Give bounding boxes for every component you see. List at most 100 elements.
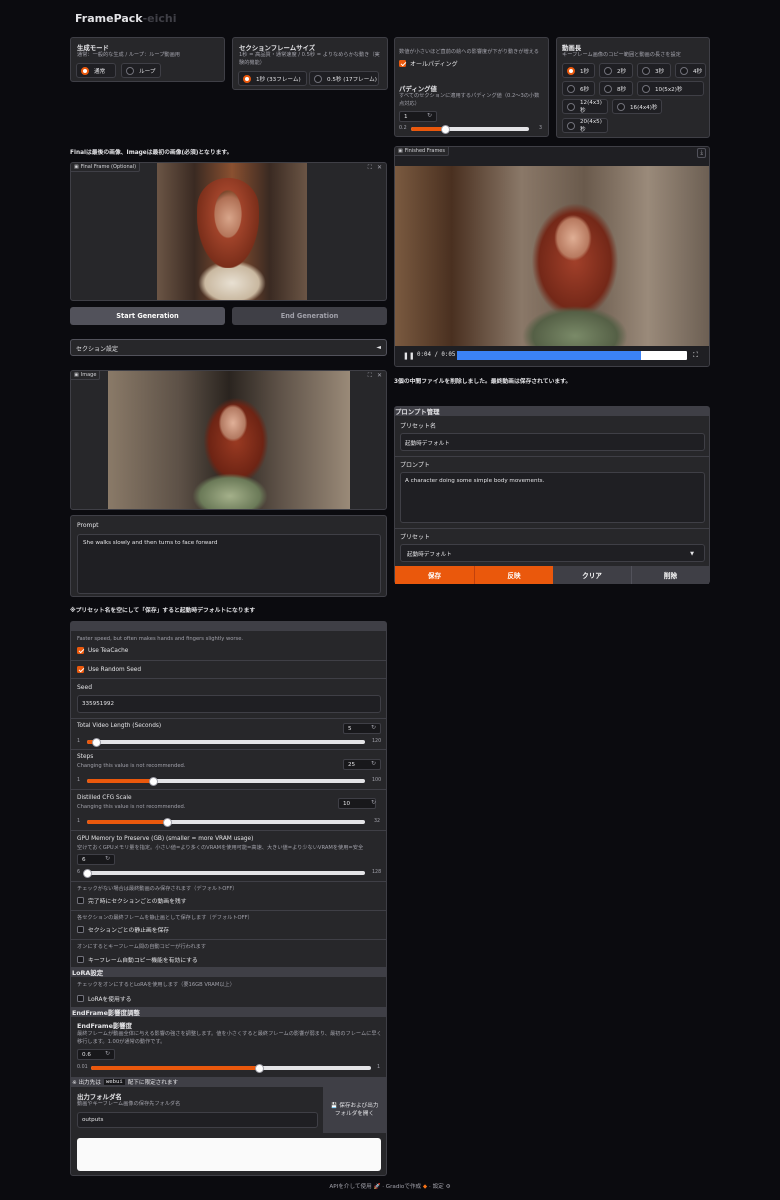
lora-checkbox[interactable]: LoRAを使用する (77, 994, 131, 1003)
video-length-option[interactable]: 6秒 (562, 81, 595, 96)
checkbox-icon[interactable] (77, 995, 84, 1002)
radio-icon[interactable] (81, 66, 89, 75)
close-icon[interactable]: ✕ (377, 372, 382, 380)
slider-thumb[interactable] (163, 817, 173, 827)
radio-icon[interactable] (126, 66, 134, 75)
output-folder-box: 出力フォルダ名 動画やキーフレーム画像の保存先フォルダ名 outputs (71, 1087, 323, 1133)
radio-icon[interactable] (617, 102, 625, 111)
collapse-arrow-icon[interactable]: ◄ (376, 344, 381, 351)
radio-icon[interactable] (604, 84, 612, 93)
delete-preset-button[interactable]: 削除 (631, 566, 709, 584)
checkbox-icon[interactable] (399, 60, 406, 67)
output-folder-input[interactable]: outputs (77, 1112, 318, 1128)
video-length-option[interactable]: 3秒 (637, 63, 671, 78)
end-generation-button[interactable]: End Generation (232, 307, 387, 325)
radio-icon[interactable] (567, 66, 575, 75)
preset-name-input[interactable]: 起動時デフォルト (400, 433, 705, 451)
total-length-slider[interactable] (87, 737, 365, 747)
steps-slider[interactable] (87, 776, 365, 786)
radio-icon[interactable] (642, 66, 650, 75)
gen-mode-option-loop[interactable]: ループ (121, 63, 161, 78)
fullscreen-icon[interactable]: ⛶ (368, 372, 372, 380)
footer-settings-link[interactable]: 設定 (433, 1184, 444, 1190)
seed-input[interactable]: 335951992 (77, 695, 381, 713)
video-length-option[interactable]: 4秒 (675, 63, 706, 78)
save-preset-button[interactable]: 保存 (395, 566, 474, 584)
preset-prompt-textarea[interactable]: A character doing some simple body movem… (400, 472, 705, 523)
gen-mode-option-normal[interactable]: 通常 (76, 63, 116, 78)
radio-icon[interactable] (680, 66, 688, 75)
slider-thumb[interactable] (254, 1063, 264, 1073)
option-label: 10(5x2)秒 (655, 86, 683, 93)
apply-preset-button[interactable]: 反映 (474, 566, 553, 584)
keyframe-checkbox[interactable]: キーフレーム自動コピー機能を有効にする (77, 955, 198, 964)
section-size-option-05s[interactable]: 0.5秒 (17フレーム) (309, 71, 379, 86)
radio-icon[interactable] (567, 84, 575, 93)
radio-icon[interactable] (567, 102, 575, 111)
checkbox-icon[interactable] (77, 647, 84, 654)
reset-icon[interactable]: ↻ (371, 724, 376, 731)
reset-icon[interactable]: ↻ (371, 799, 376, 806)
fullscreen-icon[interactable]: ⛶ (693, 351, 698, 360)
keep-section-checkbox[interactable]: 完了時にセクションごとの動画を残す (77, 896, 187, 905)
pause-icon[interactable]: ❚❚ (403, 352, 415, 360)
all-padding-checkbox[interactable]: オールパディング (399, 59, 458, 68)
option-label: 0.5秒 (17フレーム) (327, 76, 377, 83)
radio-icon[interactable] (243, 74, 251, 83)
reset-icon[interactable]: ↻ (105, 1050, 110, 1057)
slider-thumb[interactable] (82, 868, 92, 878)
video-length-option[interactable]: 8秒 (599, 81, 633, 96)
delete-message: 3個の中間ファイルを削除しました。最終動画は保存されています。 (394, 379, 572, 385)
video-length-option[interactable]: 10(5x2)秒 (637, 81, 704, 96)
random-seed-checkbox[interactable]: Use Random Seed (77, 666, 141, 673)
video-length-option[interactable]: 1秒 (562, 63, 595, 78)
clear-preset-button[interactable]: クリア (553, 566, 631, 584)
checkbox-icon[interactable] (77, 956, 84, 963)
radio-icon[interactable] (642, 84, 650, 93)
fullscreen-icon[interactable]: ⛶ (368, 164, 372, 172)
video-length-option[interactable]: 2秒 (599, 63, 633, 78)
section-settings-accordion[interactable]: セクション設定 ◄ (70, 339, 387, 356)
video-length-option[interactable]: 12(4x3)秒 (562, 99, 608, 114)
endframe-header: EndFrame影響度調整 (72, 1009, 140, 1017)
checkbox-icon[interactable] (77, 897, 84, 904)
output-notice-code: webui (103, 1079, 125, 1085)
footer-api-link[interactable]: APIを介して使用 (329, 1184, 371, 1190)
radio-icon[interactable] (604, 66, 612, 75)
reset-icon[interactable]: ↻ (105, 855, 110, 862)
finished-frames-label-text: Finished Frames (404, 148, 445, 154)
close-icon[interactable]: ✕ (377, 164, 382, 172)
slider-thumb[interactable] (91, 737, 101, 747)
footer-gradio-link[interactable]: Gradioで作成 (386, 1184, 421, 1190)
final-frame-panel: ▣ Final Frame (Optional) ⛶ ✕ (70, 162, 387, 301)
slider-thumb[interactable] (149, 776, 159, 786)
cfg-slider[interactable] (87, 817, 365, 827)
endframe-title: EndFrame影響度 (77, 1022, 133, 1030)
divider (395, 456, 709, 457)
video-progress[interactable] (457, 351, 687, 360)
start-generation-button[interactable]: Start Generation (70, 307, 225, 325)
teacache-checkbox[interactable]: Use TeaCache (77, 647, 128, 654)
section-size-option-1s[interactable]: 1秒 (33フレーム) (238, 71, 307, 86)
radio-icon[interactable] (567, 121, 575, 130)
preset-select[interactable]: 起動時デフォルト ▼ (400, 544, 705, 562)
download-icon[interactable]: ⤓ (697, 148, 706, 158)
gen-mode-panel: 生成モード 通常：一般的な生成 / ループ：ループ動画用 通常 ループ (70, 37, 225, 82)
reset-icon[interactable]: ↻ (371, 760, 376, 767)
padding-slider[interactable] (411, 124, 529, 134)
checkbox-icon[interactable] (77, 666, 84, 673)
slider-thumb[interactable] (440, 124, 450, 134)
open-folder-button[interactable]: 💾 保存および出力フォルダを開く (323, 1087, 386, 1133)
video-length-option[interactable]: 20(4x5)秒 (562, 118, 608, 133)
save-still-checkbox[interactable]: セクションごとの静止画を保存 (77, 925, 169, 934)
radio-icon[interactable] (314, 74, 322, 83)
prompt-textarea[interactable]: She walks slowly and then turns to face … (77, 534, 381, 594)
endframe-desc: 最終フレームが動画全体に与える影響の強さを調整します。値を小さくすると最終フレー… (77, 1031, 382, 1045)
gpu-slider[interactable] (82, 868, 365, 878)
video-length-option[interactable]: 16(4x4)秒 (612, 99, 662, 114)
gpu-label: GPU Memory to Preserve (GB) (smaller = m… (77, 836, 254, 842)
reset-icon[interactable]: ↻ (427, 112, 432, 119)
video-controls: ❚❚ 0:04 / 0:05 ⛶ (395, 346, 709, 366)
checkbox-icon[interactable] (77, 926, 84, 933)
endframe-slider[interactable] (91, 1063, 371, 1073)
